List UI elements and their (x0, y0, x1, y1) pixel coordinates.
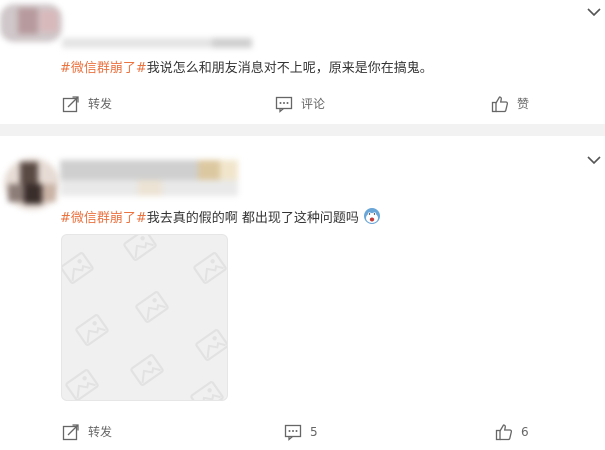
repost-button[interactable]: 转发 (62, 92, 112, 116)
avatar[interactable] (0, 154, 62, 214)
image-placeholder-icon (62, 235, 227, 400)
post-image[interactable] (61, 234, 228, 401)
comment-label: 评论 (301, 97, 326, 111)
action-bar: 转发 评论 赞 (0, 92, 605, 116)
username-redacted (58, 156, 248, 200)
post-body-text: 我说怎么和朋友消息对不上呢，原来是你在搞鬼。 (146, 61, 433, 76)
avatar[interactable] (0, 0, 70, 46)
thumbs-up-icon (495, 424, 513, 441)
username-redacted (62, 34, 262, 50)
repost-label: 转发 (88, 97, 113, 111)
post-text: #微信群崩了#我去真的假的啊 都出现了这种问题吗 (60, 207, 381, 228)
like-label: 赞 (517, 97, 530, 111)
hashtag-link[interactable]: #微信群崩了# (60, 61, 147, 76)
hashtag-link[interactable]: #微信群崩了# (60, 211, 147, 226)
repost-icon (62, 424, 79, 441)
thumbs-up-icon (491, 96, 509, 113)
like-button[interactable]: 6 (495, 420, 529, 444)
repost-icon (62, 96, 79, 113)
scared-face-emoji (363, 208, 380, 224)
comment-count: 5 (310, 425, 318, 439)
chevron-down-icon[interactable] (586, 4, 602, 20)
comment-icon (284, 424, 302, 441)
comment-icon (275, 96, 293, 113)
action-bar: 转发 5 6 (0, 420, 605, 444)
comment-button[interactable]: 5 (284, 420, 318, 444)
repost-label: 转发 (88, 425, 113, 439)
feed-post: #微信群崩了#我说怎么和朋友消息对不上呢，原来是你在搞鬼。 转发 评论 赞 (0, 0, 605, 124)
post-body-text: 我去真的假的啊 都出现了这种问题吗 (146, 211, 359, 226)
chevron-down-icon[interactable] (586, 152, 602, 168)
feed-post: #微信群崩了#我去真的假的啊 都出现了这种问题吗 转发 5 6 (0, 136, 605, 450)
like-button[interactable]: 赞 (491, 92, 529, 116)
post-separator (0, 124, 605, 136)
like-count: 6 (521, 425, 529, 439)
comment-button[interactable]: 评论 (275, 92, 325, 116)
post-text: #微信群崩了#我说怎么和朋友消息对不上呢，原来是你在搞鬼。 (60, 60, 433, 78)
repost-button[interactable]: 转发 (62, 420, 112, 444)
